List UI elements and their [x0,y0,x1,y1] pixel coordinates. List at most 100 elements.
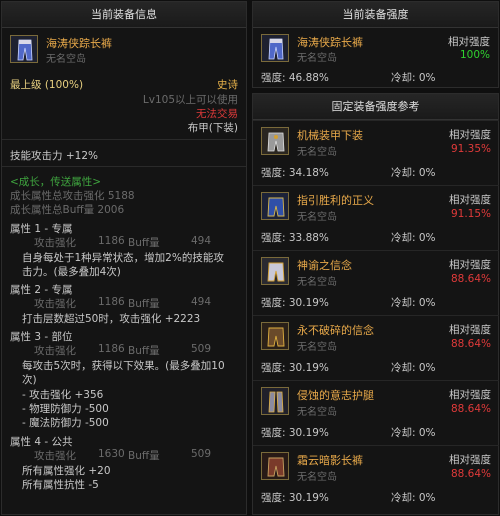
strength-stat: 强度: 34.18% [261,167,329,179]
attribute-1-desc-line: 击力。(最多叠加4次) [22,266,121,278]
attribute-4-buff: 509 [191,448,212,460]
attribute-2-title: 属性 2 - 专属 [10,284,73,296]
attribute-4-attack-label: 攻击强化 [34,450,76,462]
faith-pants-icon [261,322,289,350]
relative-strength-label: 相对强度 [449,454,491,466]
attribute-4-desc-line: 所有属性抗性 -5 [22,479,99,491]
attribute-3-desc-line: - 魔法防御力 -500 [22,417,109,429]
relative-strength-label: 相对强度 [449,389,491,401]
cooldown-stat: 冷却: 0% [391,232,436,244]
trousers-icon [10,35,38,63]
attribute-3-desc-line: - 攻击强化 +356 [22,389,104,401]
relative-strength-value: 88.64% [450,403,491,415]
attribute-1-desc-line: 自身每处于1种异常状态，增加2%的技能攻 [22,252,224,264]
cooldown-stat: 冷却: 0% [391,427,436,439]
reference-item[interactable]: 霜云暗影长裤 无名空岛 相对强度 88.64% 强度: 30.19% 冷却: 0… [253,445,499,508]
mech-armor-icon [261,127,289,155]
attribute-2-attack-label: 攻击强化 [34,298,76,310]
attribute-3-attack-label: 攻击强化 [34,345,76,357]
reference-item-name: 指引胜利的正义 [297,194,374,207]
reference-item-name: 机械装甲下装 [297,129,363,142]
item-rarity: 史诗 [217,79,238,91]
attribute-1-attack: 1186 [98,235,125,247]
trousers-icon [261,34,289,62]
strength-stat: 强度: 46.88% [261,72,329,84]
growth-header: <成长，传送属性> [10,176,102,188]
relative-strength-label: 相对强度 [449,194,491,206]
attribute-4-title: 属性 4 - 公共 [10,436,73,448]
attribute-2-buff-label: Buff量 [128,298,160,310]
frost-shadow-pants-icon [261,452,289,480]
relative-strength-value: 88.64% [450,273,491,285]
reference-item[interactable]: 永不破碎的信念 无名空岛 相对强度 88.64% 强度: 30.19% 冷却: … [253,315,499,378]
cooldown-stat: 冷却: 0% [391,492,436,504]
skill-attack-stat: 技能攻击力 +12% [10,150,98,162]
reference-item-origin: 无名空岛 [297,212,337,223]
item-name: 海涛侠踪长裤 [46,37,112,50]
justice-pants-icon [261,192,289,220]
attribute-4-desc-line: 所有属性强化 +20 [22,465,111,477]
reference-item[interactable]: 机械装甲下装 无名空岛 相对强度 91.35% 强度: 34.18% 冷却: 0… [253,120,499,183]
level-requirement: Lv105以上可以使用 [142,94,238,106]
cooldown-stat: 冷却: 0% [391,362,436,374]
panel-title: 当前装备强度 [253,2,498,28]
reference-item-name: 侵蚀的意志护腿 [297,389,374,402]
attribute-3-attack: 1186 [98,343,125,355]
attribute-4-buff-label: Buff量 [128,450,160,462]
relative-strength-value: 100% [459,49,490,61]
armor-type: 布甲(下装) [187,122,238,134]
reference-item[interactable]: 指引胜利的正义 无名空岛 相对强度 91.15% 强度: 33.88% 冷却: … [253,185,499,248]
strength-stat: 强度: 30.19% [261,492,329,504]
reference-item[interactable]: 侵蚀的意志护腿 无名空岛 相对强度 88.64% 强度: 30.19% 冷却: … [253,380,499,443]
attribute-1-title: 属性 1 - 专属 [10,223,73,235]
attribute-3-desc-line: - 物理防御力 -500 [22,403,109,415]
reference-item-origin: 无名空岛 [297,472,337,483]
attribute-2-attack: 1186 [98,296,125,308]
cooldown-stat: 冷却: 0% [391,297,436,309]
oracle-pants-icon [261,257,289,285]
relative-strength-value: 88.64% [450,468,491,480]
strength-reference-panel: 固定装备强度参考 机械装甲下装 无名空岛 相对强度 91.35% 强度: 34.… [252,93,499,515]
item-origin: 无名空岛 [46,54,86,65]
relative-strength-value: 91.15% [450,208,491,220]
equipment-info-panel: 当前装备信息 海涛侠踪长裤 无名空岛 最上级 (100%) 史诗 Lv105以上… [1,1,247,515]
attribute-3-buff: 509 [191,343,212,355]
reference-item-origin: 无名空岛 [297,147,337,158]
reference-item-name: 永不破碎的信念 [297,324,374,337]
item-origin: 无名空岛 [297,53,337,64]
growth-total-buff: 成长属性总Buff量 2006 [10,204,125,216]
item-grade: 最上级 (100%) [10,79,84,91]
attribute-3-buff-label: Buff量 [128,345,160,357]
relative-strength-label: 相对强度 [449,129,491,141]
reference-item-origin: 无名空岛 [297,342,337,353]
attribute-2-buff: 494 [191,296,212,308]
attribute-3-title: 属性 3 - 部位 [10,331,73,343]
attribute-3-desc-line: 每攻击5次时，获得以下效果。(最多叠加10 [22,360,225,372]
attribute-1-buff-label: Buff量 [128,237,160,249]
cooldown-stat: 冷却: 0% [391,72,436,84]
relative-strength-label: 相对强度 [449,259,491,271]
relative-strength-label: 相对强度 [448,36,490,48]
item-name: 海涛侠踪长裤 [297,36,363,49]
strength-stat: 强度: 30.19% [261,362,329,374]
attribute-2-desc-line: 打击层数超过50时，攻击强化 +2223 [22,313,201,325]
growth-total-attack: 成长属性总攻击强化 5188 [10,190,135,202]
panel-title: 固定装备强度参考 [253,94,498,120]
attribute-1-buff: 494 [191,235,212,247]
relative-strength-label: 相对强度 [449,324,491,336]
panel-title: 当前装备信息 [2,2,246,28]
cooldown-stat: 冷却: 0% [391,167,436,179]
reference-item-name: 神谕之信念 [297,259,352,272]
eroded-greaves-icon [261,387,289,415]
attribute-1-attack-label: 攻击强化 [34,237,76,249]
trade-status: 无法交易 [196,108,238,120]
relative-strength-value: 91.35% [450,143,491,155]
reference-item[interactable]: 神谕之信念 无名空岛 相对强度 88.64% 强度: 30.19% 冷却: 0% [253,250,499,313]
strength-stat: 强度: 30.19% [261,427,329,439]
attribute-3-desc-line: 次) [22,374,37,386]
equipment-strength-panel: 当前装备强度 海涛侠踪长裤 无名空岛 相对强度 100% 强度: 46.88% … [252,1,499,88]
relative-strength-value: 88.64% [450,338,491,350]
reference-item-origin: 无名空岛 [297,407,337,418]
reference-item-name: 霜云暗影长裤 [297,454,363,467]
strength-stat: 强度: 30.19% [261,297,329,309]
